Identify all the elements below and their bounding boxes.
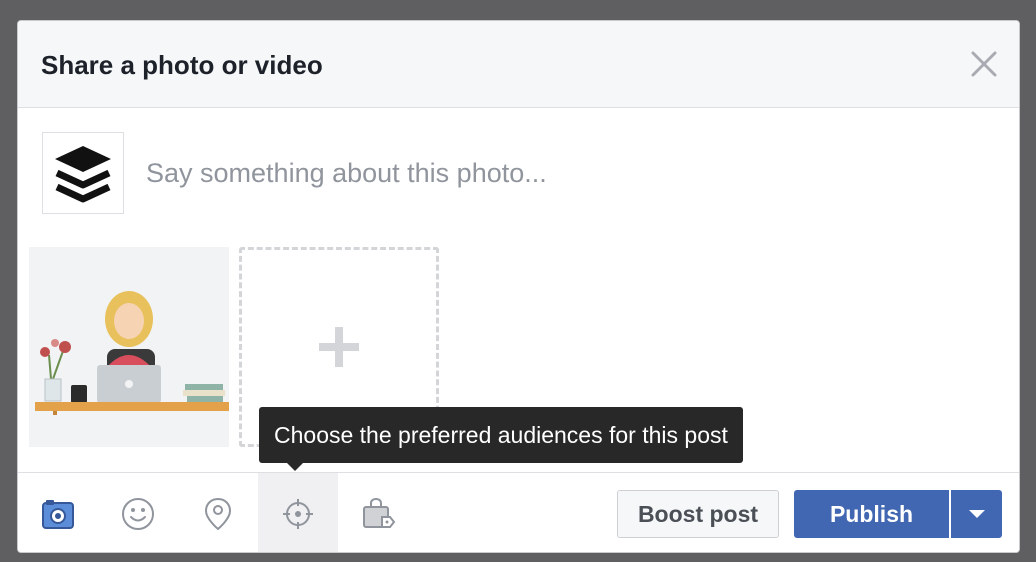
composer-input[interactable]	[146, 151, 986, 195]
dialog-header: Share a photo or video	[18, 21, 1019, 108]
photo-thumbnail[interactable]	[29, 247, 229, 447]
plus-icon	[319, 327, 359, 367]
location-tool[interactable]	[178, 473, 258, 552]
camera-icon	[42, 499, 74, 529]
tooltip-arrow	[287, 463, 303, 471]
audience-tooltip: Choose the preferred audiences for this …	[259, 407, 743, 471]
smiley-icon	[122, 497, 154, 530]
shopping-bag-icon	[363, 497, 396, 528]
avatar	[42, 132, 124, 214]
product-tag-tool[interactable]	[338, 473, 418, 552]
target-icon	[283, 498, 313, 529]
dialog-title: Share a photo or video	[41, 50, 323, 80]
boost-post-button[interactable]: Boost post	[617, 490, 779, 538]
feeling-tool[interactable]	[98, 473, 178, 552]
location-pin-icon	[204, 497, 232, 530]
composer-toolbar: Boost post Publish	[18, 472, 1019, 552]
add-photo-tool[interactable]	[18, 473, 98, 552]
illustration-image	[29, 247, 229, 447]
tooltip-text: Choose the preferred audiences for this …	[274, 422, 728, 448]
share-photo-dialog: Share a photo or video Say something abo…	[17, 20, 1020, 553]
close-button[interactable]	[969, 49, 999, 79]
caret-down-icon	[968, 510, 985, 518]
buffer-logo-icon	[55, 146, 111, 203]
publish-button[interactable]: Publish	[794, 490, 949, 538]
publish-options-button[interactable]	[951, 490, 1002, 538]
audience-targeting-tool[interactable]	[258, 473, 338, 552]
close-icon	[971, 51, 997, 77]
